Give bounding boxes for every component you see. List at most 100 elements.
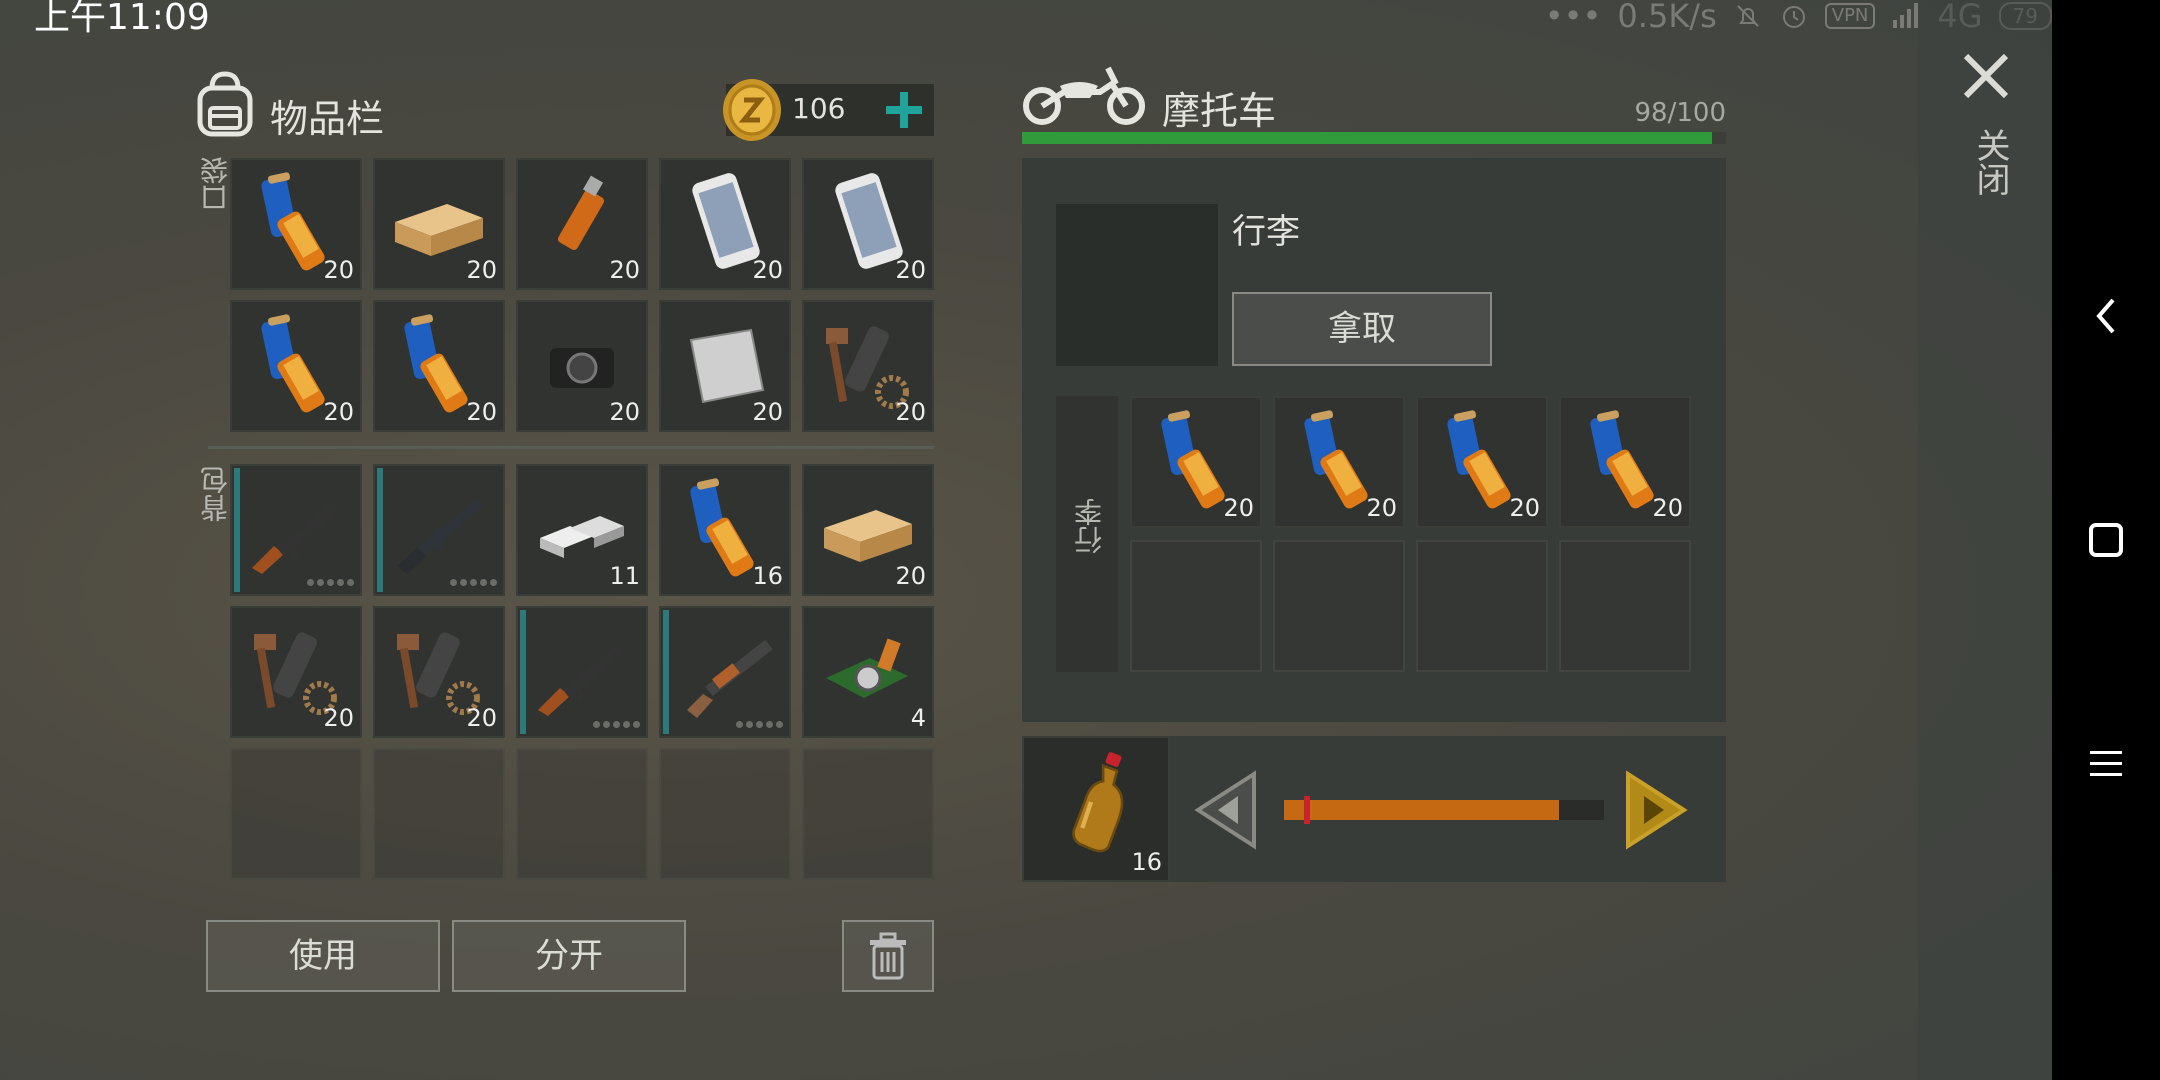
- nav-back-button[interactable]: [2052, 276, 2160, 356]
- fuel-bottle-icon: [1072, 752, 1124, 853]
- circuit-board-icon: [826, 638, 908, 698]
- backpack-slot[interactable]: [516, 606, 648, 738]
- durability-text: 98/100: [1634, 98, 1726, 128]
- backpack-icon: [197, 71, 253, 137]
- fuel-slot[interactable]: 16: [1022, 736, 1170, 882]
- close-label: 关闭: [1970, 128, 2010, 196]
- coin-count: 106: [792, 92, 846, 125]
- backpack-slot[interactable]: 20: [802, 464, 934, 596]
- empty-slot[interactable]: [802, 748, 934, 880]
- backpack-slot[interactable]: 16: [659, 464, 791, 596]
- item-count: 20: [466, 256, 497, 284]
- empty-slot[interactable]: [659, 748, 791, 880]
- plus-icon: [886, 92, 922, 128]
- trash-button[interactable]: [842, 920, 934, 992]
- item-count: 20: [323, 256, 354, 284]
- equipped-marker: [234, 468, 240, 592]
- item-count: 20: [752, 398, 783, 426]
- empty-slot[interactable]: [1416, 540, 1548, 672]
- pocket-slot[interactable]: 20: [373, 158, 505, 290]
- pocket-slot[interactable]: 20: [802, 158, 934, 290]
- net-speed: 0.5K/s: [1617, 0, 1717, 35]
- fuel-slider[interactable]: [1284, 796, 1604, 824]
- inventory-title: 物品栏: [270, 97, 385, 141]
- arrow-right-icon: [1626, 770, 1688, 850]
- fuel-slider-fill: [1284, 800, 1560, 820]
- pocket-slot[interactable]: 20: [659, 300, 791, 432]
- pocket-slot[interactable]: 20: [659, 158, 791, 290]
- item-count: 20: [1509, 494, 1540, 522]
- equipped-marker: [663, 610, 669, 734]
- backpack-slot[interactable]: 20: [373, 606, 505, 738]
- take-button[interactable]: 拿取: [1232, 292, 1492, 366]
- fuel-count: 16: [1131, 848, 1162, 876]
- pocket-slot[interactable]: 20: [230, 300, 362, 432]
- vehicle-slot[interactable]: 20: [1559, 396, 1691, 528]
- empty-slot[interactable]: [230, 748, 362, 880]
- backpack-slot[interactable]: 11: [516, 464, 648, 596]
- pocket-slot[interactable]: 20: [516, 158, 648, 290]
- pocket-slot[interactable]: 20: [230, 158, 362, 290]
- equipped-marker: [520, 610, 526, 734]
- backpack-slot[interactable]: 20: [230, 606, 362, 738]
- empty-slot[interactable]: [516, 748, 648, 880]
- condition-dots: [307, 579, 354, 586]
- item-count: 11: [609, 562, 640, 590]
- section-divider: [208, 446, 934, 449]
- ak-rifle-icon: [252, 502, 339, 574]
- backpack-slot[interactable]: 4: [802, 606, 934, 738]
- trash-icon: [870, 932, 906, 980]
- alarm-icon: [1782, 6, 1805, 28]
- empty-slot[interactable]: [1559, 540, 1691, 672]
- luggage-name: 行李: [1232, 212, 1300, 252]
- durability-bar: [1022, 132, 1726, 144]
- coin-icon: [723, 79, 781, 141]
- pocket-slot[interactable]: 20: [373, 300, 505, 432]
- empty-slot[interactable]: [373, 748, 505, 880]
- vehicle-slot[interactable]: 20: [1130, 396, 1262, 528]
- item-count: 4: [910, 704, 926, 732]
- item-count: 16: [752, 562, 783, 590]
- item-count: 20: [466, 398, 497, 426]
- shotgun-icon: [687, 639, 773, 718]
- nav-recents-button[interactable]: [2052, 724, 2160, 804]
- arrow-left-icon: [1194, 770, 1256, 850]
- vehicle-slot[interactable]: 20: [1273, 396, 1405, 528]
- backpack-slot[interactable]: [230, 464, 362, 596]
- item-count: 20: [752, 256, 783, 284]
- use-button[interactable]: 使用: [206, 920, 440, 992]
- m16-rifle-icon: [397, 498, 484, 574]
- bell-off-icon: [1737, 5, 1759, 27]
- more-dots: •••: [1544, 0, 1602, 35]
- durability-fill: [1022, 132, 1712, 144]
- vehicle-slot[interactable]: 20: [1416, 396, 1548, 528]
- increase-button[interactable]: [1622, 770, 1690, 850]
- pocket-slot[interactable]: 20: [802, 300, 934, 432]
- empty-slot[interactable]: [1273, 540, 1405, 672]
- empty-slot[interactable]: [1130, 540, 1262, 672]
- item-count: 20: [895, 398, 926, 426]
- signal-icon: [1893, 3, 1919, 28]
- condition-dots: [450, 579, 497, 586]
- back-icon: [2096, 298, 2115, 334]
- item-count: 20: [323, 398, 354, 426]
- add-coins-button[interactable]: [880, 86, 928, 134]
- pocket-slot[interactable]: 20: [516, 300, 648, 432]
- home-icon: [2089, 523, 2123, 557]
- vpn-badge: VPN: [1824, 3, 1876, 29]
- item-count: 20: [895, 562, 926, 590]
- backpack-slot[interactable]: [659, 606, 791, 738]
- nav-home-button[interactable]: [2052, 500, 2160, 580]
- backpack-slot[interactable]: [373, 464, 505, 596]
- item-count: 20: [323, 704, 354, 732]
- item-count: 20: [1652, 494, 1683, 522]
- condition-dots: [593, 721, 640, 728]
- close-icon: [1963, 53, 2009, 99]
- luggage-image: [1056, 204, 1218, 366]
- menu-icon: [2090, 751, 2122, 776]
- equipped-marker: [377, 468, 383, 592]
- decrease-button[interactable]: [1192, 770, 1260, 850]
- fuel-slider-handle[interactable]: [1304, 796, 1310, 824]
- split-button[interactable]: 分开: [452, 920, 686, 992]
- close-button[interactable]: [1958, 48, 2014, 104]
